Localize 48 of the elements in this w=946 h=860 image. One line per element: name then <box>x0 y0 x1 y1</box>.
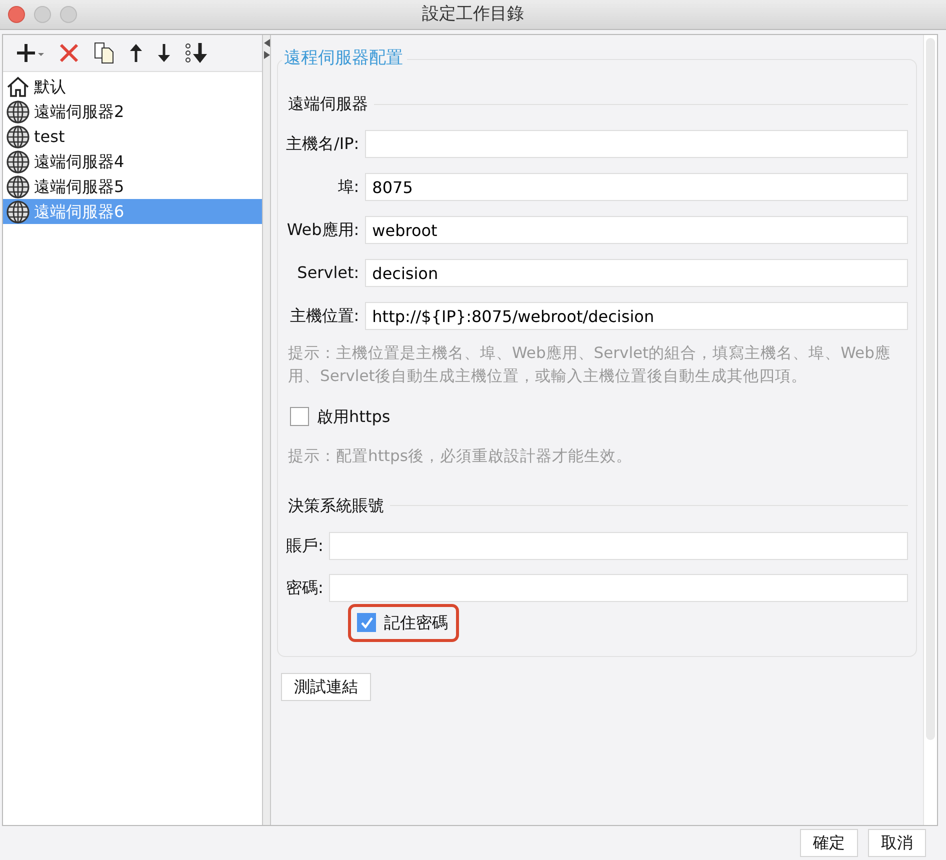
checkbox[interactable] <box>357 613 376 632</box>
globe-icon <box>6 200 30 224</box>
section-title: 遠端伺服器 <box>288 93 368 115</box>
globe-icon <box>6 174 30 198</box>
up-arrow-icon[interactable] <box>129 43 143 63</box>
server-item[interactable]: 遠端伺服器4 <box>3 149 262 174</box>
field-label: 賬戶: <box>286 534 324 557</box>
dialog-button[interactable]: 取消 <box>868 828 926 856</box>
input-field[interactable]: webroot <box>365 216 908 244</box>
field-label: 主機名/IP: <box>286 133 360 155</box>
dialog-button[interactable]: 確定 <box>800 828 858 856</box>
down-arrow-icon[interactable] <box>157 43 171 63</box>
scrollbar[interactable] <box>923 35 937 825</box>
field-label: 密碼: <box>286 576 324 599</box>
copy-icon[interactable] <box>93 42 115 64</box>
hint-text: 提示：配置https後，必須重啟設計器才能生效。 <box>288 446 633 466</box>
group-title: 遠程伺服器配置 <box>282 48 407 68</box>
field-label: 埠: <box>336 176 360 198</box>
input-field[interactable] <box>329 574 908 602</box>
input-field[interactable]: decision <box>365 259 908 287</box>
add-icon[interactable] <box>15 42 45 64</box>
move-to-bottom-icon[interactable] <box>185 42 209 64</box>
section-title: 決策系統賬號 <box>288 494 384 517</box>
input-field[interactable] <box>365 130 908 158</box>
checkbox-label: 啟用https <box>317 406 390 428</box>
field-label: Servlet: <box>296 262 360 284</box>
window-title: 設定工作目錄 <box>422 2 524 26</box>
globe-icon <box>6 100 30 124</box>
input-field[interactable]: http://${IP}:8075/webroot/decision <box>365 302 908 330</box>
globe-icon <box>6 150 30 174</box>
checkbox[interactable] <box>290 407 309 426</box>
field-label: Web應用: <box>286 219 360 241</box>
close-button[interactable] <box>8 6 25 23</box>
server-item[interactable]: 遠端伺服器5 <box>3 174 262 199</box>
collapse-left-icon[interactable] <box>264 39 270 47</box>
globe-icon <box>6 124 30 148</box>
delete-icon[interactable] <box>59 43 79 63</box>
expand-right-icon[interactable] <box>264 51 270 59</box>
checkbox-label: 記住密碼 <box>384 612 448 634</box>
test-connection-button[interactable]: 測試連結 <box>281 673 371 701</box>
server-item[interactable]: 遠端伺服器2 <box>3 99 262 124</box>
field-label: 主機位置: <box>288 305 360 327</box>
input-field[interactable] <box>329 532 908 560</box>
server-item[interactable]: 默认 <box>3 74 262 99</box>
home-icon <box>6 76 30 98</box>
input-field[interactable]: 8075 <box>365 173 908 201</box>
hint-text: 提示：主機位置是主機名、埠、Web應用、Servlet的組合，填寫主機名、埠、Web應用、Servlet後自動生成主機位置，或輸入主機位置後自動生成其他四項。 <box>288 343 892 388</box>
server-item[interactable]: test <box>3 124 262 149</box>
